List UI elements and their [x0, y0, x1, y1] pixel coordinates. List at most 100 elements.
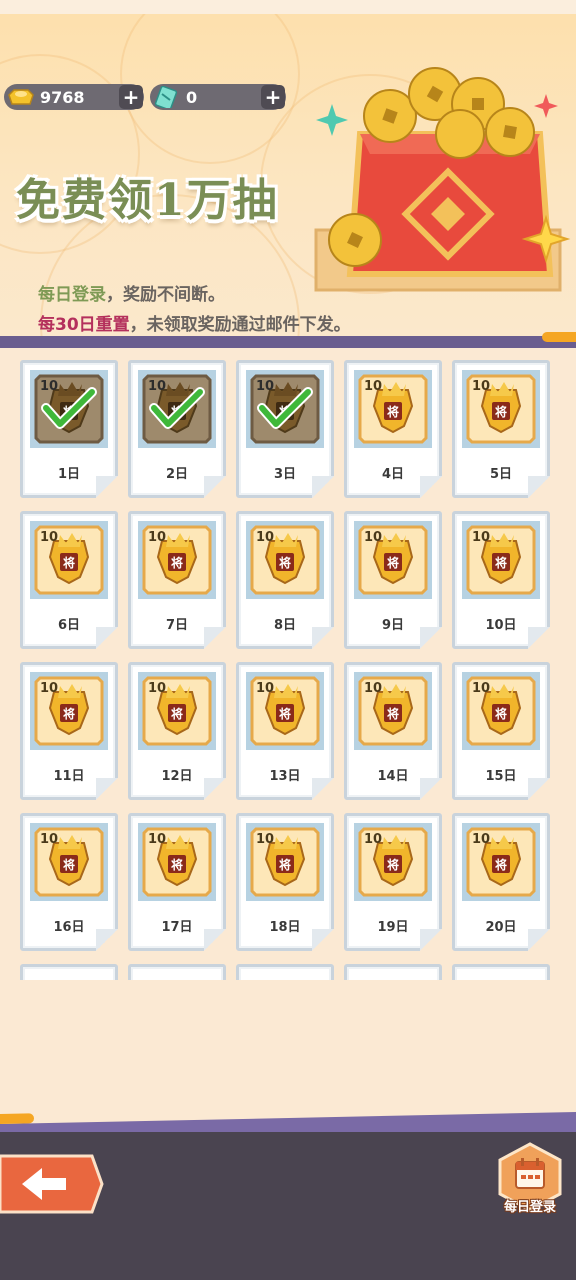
token-seal-text: 将	[495, 555, 507, 570]
general-token-icon: 将10	[246, 823, 324, 901]
general-token-icon: 将10	[354, 521, 432, 599]
ticket-amount: 0	[186, 87, 198, 107]
reward-card[interactable]: 将 10 11日	[20, 662, 118, 800]
coin-bag-illustration	[314, 67, 571, 292]
reward-card[interactable]: 将 10 3日	[236, 360, 334, 498]
token-seal-text: 将	[387, 706, 399, 721]
token-count-badge: 10	[472, 681, 490, 696]
token-count-badge: 10	[256, 681, 274, 696]
reward-day-label: 14日	[377, 769, 409, 784]
reward-thumb: 将 10	[138, 370, 216, 448]
reward-thumb: 将 10	[138, 823, 216, 901]
reward-day-label: 20日	[485, 920, 517, 935]
token-seal-text: 将	[279, 555, 291, 570]
token-count-badge: 10	[364, 832, 382, 847]
reward-card[interactable]: 将 10 12日	[128, 662, 226, 800]
reward-card[interactable]: 将 10 16日	[20, 813, 118, 951]
token-seal-text: 将	[63, 857, 75, 872]
reward-thumb: 将 10	[462, 370, 540, 448]
reward-card[interactable]: 将 10 1日	[20, 360, 118, 498]
token-seal-text: 将	[171, 706, 183, 721]
reward-day-label: 6日	[57, 618, 81, 633]
reward-day-label: 2日	[165, 467, 189, 482]
calendar-icon	[515, 1158, 545, 1189]
general-token-icon: 将10	[462, 370, 540, 448]
reward-day-label: 1日	[57, 467, 81, 482]
gold-ingot-icon	[8, 89, 34, 105]
token-count-badge: 10	[148, 530, 166, 545]
token-seal-text: 将	[495, 857, 507, 872]
token-count-badge: 10	[364, 379, 382, 394]
reward-thumb: 将 10	[246, 672, 324, 750]
reward-card[interactable]: 将 10 19日	[344, 813, 442, 951]
token-seal-text: 将	[495, 404, 507, 419]
token-count-badge: 10	[364, 681, 382, 696]
general-token-icon: 将 10	[30, 823, 108, 901]
reward-card[interactable]: 将 10 5日	[452, 360, 550, 498]
reward-thumb: 将 10	[138, 521, 216, 599]
token-seal-text: 将	[171, 555, 183, 570]
reward-thumb: 将 10	[354, 672, 432, 750]
general-token-icon: 将10	[30, 370, 108, 448]
event-description-line2: 每30日重置，未领取奖励通过邮件下发。	[38, 315, 351, 335]
token-count-badge: 10	[40, 832, 58, 847]
token-count-badge: 10	[148, 832, 166, 847]
gold-currency: 9768 +	[4, 84, 144, 110]
ticket-currency: 0 +	[150, 84, 286, 110]
gold-amount: 9768	[40, 87, 85, 107]
reward-card[interactable]: 将 10 20日	[452, 813, 550, 951]
reward-thumb: 将 10	[462, 823, 540, 901]
reward-card[interactable]	[344, 964, 442, 980]
reward-card[interactable]: 将 10 2日	[128, 360, 226, 498]
general-token-icon: 将 10	[246, 521, 324, 599]
token-count-badge: 10	[256, 832, 274, 847]
reward-day-label: 19日	[377, 920, 409, 935]
reward-day-label: 8日	[273, 618, 297, 633]
token-count-badge: 10	[256, 379, 274, 394]
token-count-badge: 10	[40, 379, 58, 394]
general-token-icon: 将10	[138, 672, 216, 750]
reward-card[interactable]: 将 10 6日	[20, 511, 118, 649]
status-strip	[0, 0, 576, 14]
general-token-icon: 将 10	[462, 823, 540, 901]
token-count-badge: 10	[472, 832, 490, 847]
general-token-icon: 将10	[462, 672, 540, 750]
token-seal-text: 将	[63, 555, 75, 570]
reward-day-label: 3日	[273, 467, 297, 482]
general-token-icon: 将 10	[354, 672, 432, 750]
reward-card[interactable]: 将 10 14日	[344, 662, 442, 800]
reward-thumb: 将 10	[30, 521, 108, 599]
reward-card[interactable]: 将 10 10日	[452, 511, 550, 649]
reward-thumb: 将 10	[138, 672, 216, 750]
back-button[interactable]	[0, 1154, 104, 1214]
reward-card[interactable]: 将 10 4日	[344, 360, 442, 498]
general-token-icon: 将10	[30, 672, 108, 750]
token-seal-text: 将	[387, 857, 399, 872]
reward-thumb: 将 10	[354, 521, 432, 599]
reward-grid-scroll[interactable]: 将 10 1日将 10 2日将 10 3日将 10 4日将 10 5日将 10 6日将 10 7日将 10 8日…	[0, 348, 576, 980]
general-token-icon: 将10	[30, 521, 108, 599]
add-gold-button[interactable]: +	[119, 85, 143, 109]
reward-card[interactable]	[20, 964, 118, 980]
reward-card[interactable]	[452, 964, 550, 980]
reward-card[interactable]: 将 10 17日	[128, 813, 226, 951]
general-token-icon: 将10	[138, 823, 216, 901]
token-count-badge: 10	[148, 379, 166, 394]
reward-card[interactable]: 将 10 18日	[236, 813, 334, 951]
general-token-icon: 将10	[138, 370, 216, 448]
token-count-badge: 10	[256, 530, 274, 545]
reward-card[interactable]	[236, 964, 334, 980]
reward-thumb: 将 10	[246, 370, 324, 448]
reward-card[interactable]: 将 10 13日	[236, 662, 334, 800]
reward-card[interactable]: 将 10 15日	[452, 662, 550, 800]
token-seal-text: 将	[387, 555, 399, 570]
reward-thumb: 将 10	[246, 521, 324, 599]
general-token-icon: 将10	[462, 521, 540, 599]
reward-card[interactable]: 将 10 8日	[236, 511, 334, 649]
reward-day-label: 4日	[381, 467, 405, 482]
token-count-badge: 10	[40, 681, 58, 696]
reward-card[interactable]: 将 10 9日	[344, 511, 442, 649]
reward-card[interactable]	[128, 964, 226, 980]
add-ticket-button[interactable]: +	[261, 85, 285, 109]
reward-card[interactable]: 将 10 7日	[128, 511, 226, 649]
